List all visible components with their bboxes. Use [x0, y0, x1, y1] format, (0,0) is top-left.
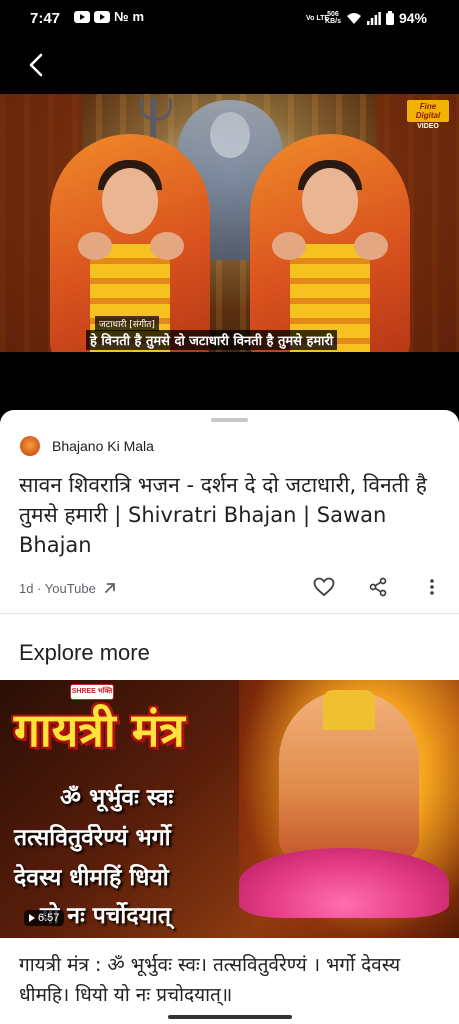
- thumbnail-line-1: ॐ भूर्भुवः स्वः: [60, 785, 174, 811]
- video-duration: 6:57: [38, 912, 60, 924]
- youtube-notification-icon: [74, 10, 90, 23]
- explore-thumbnail[interactable]: SHREE भक्ति गायत्री मंत्र ॐ भूर्भुवः स्व…: [0, 680, 459, 938]
- divider: [0, 613, 459, 614]
- youtube-notification-icon-2: [94, 10, 110, 23]
- explore-more-heading: Explore more: [19, 640, 150, 665]
- battery-percent: 94%: [398, 10, 427, 26]
- channel-name: Bhajano Ki Mala: [52, 438, 154, 454]
- volte-indicator: Vo LTE: [306, 14, 330, 22]
- goddess-image: [279, 690, 419, 860]
- network-speed-value: 506: [327, 11, 339, 18]
- video-duration-badge: 6:57: [24, 910, 65, 926]
- fine-digital-sub: VIDEO: [417, 123, 439, 130]
- explore-result-title[interactable]: गायत्री मंत्र : ॐ भूर्भुवः स्वः। तत्सवित…: [19, 950, 449, 1010]
- video-preview[interactable]: Fine Digital VIDEO जटाधारी [संगीत] हे वि…: [0, 94, 459, 352]
- play-icon: [29, 914, 35, 922]
- lotus-image: [239, 848, 449, 918]
- notification-icons: № m: [74, 9, 144, 24]
- battery-icon: [385, 11, 394, 25]
- singer-right-image: [250, 134, 410, 352]
- result-actions: [313, 576, 443, 598]
- save-button[interactable]: [313, 576, 335, 598]
- wifi-icon: [346, 12, 361, 24]
- result-meta[interactable]: 1d · YouTube: [19, 580, 118, 596]
- system-status: Vo LTE 506 KB/s 94%: [306, 10, 427, 26]
- arrow-up-right-icon: [104, 583, 115, 593]
- thumbnail-line-3: देवस्य धीमहिं धियो: [14, 865, 169, 891]
- status-bar: 7:47 № m Vo LTE 506 KB/s 94%: [0, 0, 459, 38]
- status-time: 7:47: [30, 10, 61, 27]
- thumbnail-line-2: तत्सवितुर्वरेण्यं भर्गो: [14, 825, 171, 851]
- signal-icon: [366, 11, 381, 25]
- share-icon: [369, 577, 387, 597]
- video-caption-main: हे विनती है तुमसे दो जटाधारी विनती है तु…: [86, 330, 338, 350]
- result-meta-text: 1d · YouTube: [19, 580, 96, 596]
- channel-row[interactable]: Bhajano Ki Mala: [20, 436, 154, 456]
- top-bar: [0, 38, 459, 94]
- drag-handle[interactable]: [211, 418, 248, 422]
- heart-icon: [313, 577, 335, 597]
- notification-glyph-icon: №: [114, 9, 129, 24]
- share-button[interactable]: [367, 576, 389, 598]
- more-vert-icon: [430, 579, 434, 595]
- result-sheet[interactable]: Bhajano Ki Mala सावन शिवरात्रि भजन - दर्…: [0, 410, 459, 1024]
- back-arrow-icon: [29, 53, 43, 77]
- result-title[interactable]: सावन शिवरात्रि भजन - दर्शन दे दो जटाधारी…: [19, 470, 439, 560]
- more-options-button[interactable]: [421, 576, 443, 598]
- network-speed: 506 KB/s: [325, 11, 341, 25]
- back-button[interactable]: [22, 50, 52, 80]
- fine-digital-logo: Fine Digital VIDEO: [407, 100, 449, 132]
- channel-avatar: [20, 436, 40, 456]
- network-speed-unit: KB/s: [325, 18, 341, 25]
- video-caption-small: जटाधारी [संगीत]: [95, 316, 159, 331]
- thumbnail-headline: गायत्री मंत्र: [14, 703, 185, 757]
- notification-m-icon: m: [132, 9, 145, 24]
- fine-digital-wordmark: Fine Digital: [407, 100, 449, 122]
- gesture-nav-bar[interactable]: [168, 1015, 292, 1019]
